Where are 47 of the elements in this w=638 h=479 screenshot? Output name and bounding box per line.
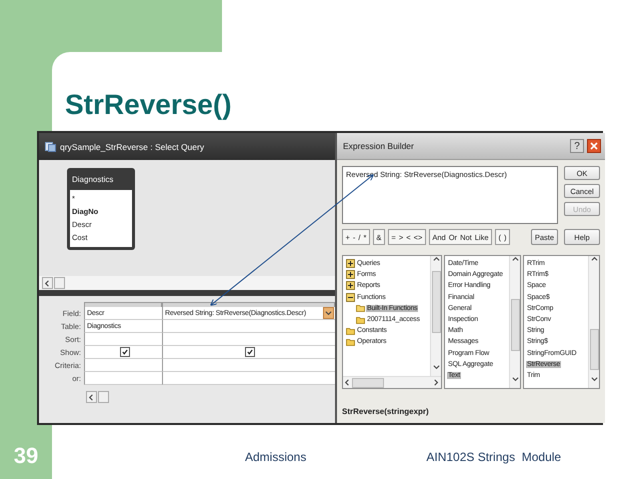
footer-text: Admissions bbox=[245, 450, 306, 464]
table-name: Diagnostics bbox=[71, 174, 114, 186]
scroll-thumb[interactable] bbox=[510, 299, 520, 351]
scroll-left-icon bbox=[344, 379, 351, 386]
horizontal-scrollbar[interactable] bbox=[343, 376, 441, 388]
show-checkbox[interactable] bbox=[245, 347, 255, 357]
horizontal-scrollbar[interactable] bbox=[39, 276, 335, 290]
scroll-thumb[interactable] bbox=[590, 328, 598, 370]
scroll-left-icon bbox=[44, 280, 51, 286]
vertical-scrollbar[interactable] bbox=[588, 256, 599, 388]
expand-icon[interactable] bbox=[346, 270, 355, 280]
scroll-up-icon bbox=[512, 256, 518, 263]
scroll-down-icon bbox=[512, 376, 518, 383]
open-folder-icon bbox=[356, 304, 365, 312]
expand-icon[interactable] bbox=[346, 281, 355, 290]
scroll-left-button[interactable] bbox=[86, 391, 97, 403]
check-icon bbox=[247, 349, 253, 355]
dropdown-button[interactable] bbox=[323, 307, 334, 319]
scroll-up-icon bbox=[590, 256, 598, 263]
slide-number: 39 bbox=[14, 443, 38, 469]
scroll-thumb[interactable] bbox=[54, 277, 65, 289]
scroll-left-icon bbox=[88, 394, 95, 400]
dialog-title: Expression Builder bbox=[343, 141, 414, 151]
syntax-text: StrReverse(stringexpr) bbox=[342, 407, 429, 416]
scroll-down-icon bbox=[432, 364, 440, 371]
help-button[interactable]: ? bbox=[570, 139, 584, 153]
scroll-right-icon bbox=[433, 379, 440, 386]
check-icon bbox=[122, 349, 128, 355]
scroll-up-icon bbox=[432, 256, 440, 263]
close-button[interactable] bbox=[587, 139, 601, 153]
expand-icon[interactable] bbox=[346, 259, 355, 268]
query-icon bbox=[45, 142, 56, 152]
window-title: qrySample_StrReverse : Select Query bbox=[60, 142, 204, 152]
scroll-thumb[interactable] bbox=[98, 391, 109, 403]
close-icon bbox=[590, 142, 598, 150]
show-checkbox[interactable] bbox=[120, 347, 130, 357]
scroll-down-icon bbox=[590, 376, 598, 383]
scroll-thumb[interactable] bbox=[352, 378, 384, 388]
slide-title: StrReverse() bbox=[65, 88, 232, 122]
vertical-scrollbar[interactable] bbox=[509, 256, 520, 388]
caret-icon bbox=[325, 310, 332, 316]
scroll-left-button[interactable] bbox=[42, 277, 53, 289]
footer-text: AIN102S Strings Module bbox=[426, 450, 562, 464]
column-selector[interactable] bbox=[84, 302, 162, 307]
scroll-thumb[interactable] bbox=[432, 271, 440, 333]
collapse-icon[interactable] bbox=[346, 292, 355, 302]
vertical-scrollbar[interactable] bbox=[430, 256, 441, 376]
